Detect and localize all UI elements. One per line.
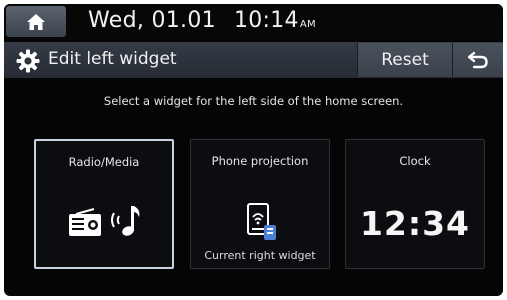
screen: Wed, 01.01 10:14AM Edit left widget Reset (4, 4, 503, 296)
date-text: Wed, 01.01 (88, 8, 216, 33)
instruction-text: Select a widget for the left side of the… (103, 94, 404, 108)
back-button[interactable] (452, 43, 503, 77)
home-button[interactable] (6, 6, 66, 37)
date-time: Wed, 01.01 10:14AM (88, 8, 316, 33)
widget-clock[interactable]: Clock 12:34 (345, 139, 485, 269)
time-text: 10:14 (233, 8, 299, 33)
status-bar: Wed, 01.01 10:14AM (4, 4, 503, 40)
gear-icon (16, 49, 40, 73)
back-arrow-icon (467, 51, 488, 69)
music-note-icon (111, 206, 140, 236)
page-title: Edit left widget (48, 49, 177, 69)
clock-display: 12:34 (359, 204, 471, 243)
title-bar: Edit left widget Reset (4, 42, 503, 78)
radio-icon (69, 208, 101, 236)
widget-radio-media[interactable]: Radio/Media (34, 139, 174, 269)
widget-title: Phone projection (211, 154, 309, 168)
phone-projection-icon (247, 203, 276, 240)
home-icon (27, 13, 45, 30)
widget-phone-projection[interactable]: Phone projection Current right widget (190, 139, 330, 269)
reset-button[interactable]: Reset (357, 43, 452, 77)
ampm-text: AM (299, 19, 316, 30)
widget-subtitle: Current right widget (204, 249, 316, 262)
widget-title: Radio/Media (68, 155, 140, 169)
widget-title: Clock (399, 154, 431, 168)
